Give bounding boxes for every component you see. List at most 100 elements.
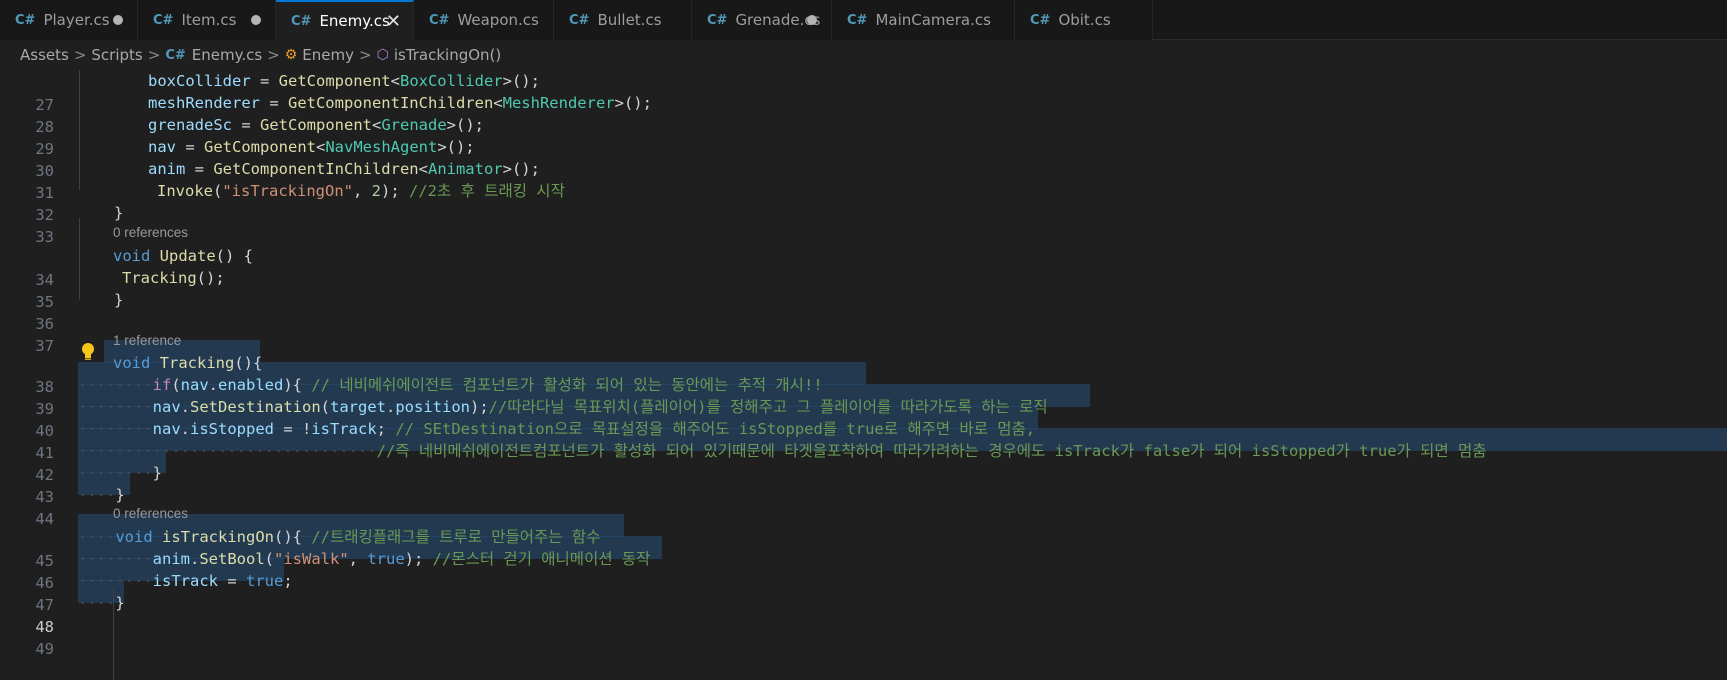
code-token: = (250, 72, 279, 90)
whitespace-marker: ········ (78, 550, 153, 568)
code-token: anim (148, 160, 186, 178)
code-token: . (386, 398, 396, 416)
codelens-references[interactable]: 0 references (113, 503, 188, 525)
code-line-29[interactable]: 29 grenadeSc = GetComponent<Grenade>(); (0, 113, 1727, 158)
codelens-references[interactable]: 0 references (113, 222, 188, 244)
code-line-44[interactable]: 44 ····} (0, 483, 1727, 528)
tab-bullet-cs[interactable]: C# Bullet.cs (554, 0, 692, 40)
code-comment: //즉 네비메쉬에이전트컴포넌트가 활성화 되어 있기때문에 타겟을포착하여 따… (376, 442, 1487, 460)
csharp-file-icon: C# (15, 12, 36, 28)
code-token: = (232, 116, 260, 134)
code-token: GetComponent (278, 72, 391, 90)
csharp-file-icon: C# (153, 12, 174, 28)
code-token: isTrack (152, 572, 218, 590)
tab-item-cs[interactable]: C# Item.cs (138, 0, 276, 40)
tab-obit-cs[interactable]: C# Obit.cs (1015, 0, 1153, 40)
code-token: ); (381, 182, 410, 200)
code-token: anim (152, 550, 190, 568)
unsaved-dot-icon[interactable] (113, 15, 123, 25)
code-token: nav (180, 376, 209, 394)
tab-label: Enemy.cs (319, 12, 390, 30)
breadcrumb-method[interactable]: isTrackingOn() (394, 46, 501, 64)
code-editor[interactable]: 27 boxCollider = GetComponent<BoxCollide… (0, 70, 1727, 680)
unsaved-dot-icon[interactable] (251, 15, 261, 25)
code-token: BoxCollider (399, 72, 503, 90)
code-token: } (114, 204, 124, 222)
code-comment: //2초 후 트래킹 시작 (409, 182, 565, 200)
whitespace-marker: ···· (78, 486, 116, 504)
breadcrumb-scripts[interactable]: Scripts (91, 46, 142, 64)
code-line-36[interactable]: 36 } (0, 288, 1727, 333)
code-token: Update (159, 247, 216, 265)
code-token: isTrackingOn (162, 528, 274, 546)
tab-weapon-cs[interactable]: C# Weapon.cs (414, 0, 554, 40)
code-line-48[interactable]: 48 ····} (0, 591, 1727, 636)
tab-grenade-cs[interactable]: C# Grenade.cs (692, 0, 832, 40)
code-line-38[interactable]: 38 void Tracking(){ (0, 351, 1727, 396)
line-number: 49 (35, 640, 54, 658)
whitespace-marker: ···· (78, 594, 116, 612)
code-token: GetComponentInChildren (287, 94, 494, 112)
code-line-33[interactable]: 33 } (0, 201, 1727, 246)
code-token: "isWalk" (274, 550, 349, 568)
code-token: < (315, 138, 326, 156)
csharp-file-icon: C# (1030, 12, 1051, 28)
code-token: meshRenderer (148, 94, 260, 112)
code-token: GetComponent (260, 116, 372, 134)
code-line-35[interactable]: 35 Tracking(); (0, 266, 1727, 311)
code-line-40[interactable]: 40 ········nav.SetDestination(target.pos… (0, 395, 1727, 440)
code-line-27[interactable]: 27 boxCollider = GetComponent<BoxCollide… (0, 70, 1727, 114)
code-line-49[interactable]: 49 (0, 613, 1727, 658)
code-token: ; (376, 420, 396, 438)
code-line-39[interactable]: 39 ········if(nav.enabled){ // 네비메쉬에이전트 … (0, 373, 1727, 418)
code-line-43[interactable]: 43 ········} (0, 461, 1727, 506)
code-token: void (113, 247, 151, 265)
code-token: . (189, 550, 200, 568)
code-line-46[interactable]: 46 ········anim.SetBool("isWalk", true);… (0, 547, 1727, 592)
breadcrumb-class[interactable]: Enemy (302, 46, 354, 64)
tab-enemy-cs[interactable]: C# Enemy.cs ✕ (276, 0, 414, 40)
code-token: Grenade (381, 116, 447, 134)
code-token: void (115, 528, 153, 546)
code-token: true (245, 572, 284, 590)
breadcrumb-assets[interactable]: Assets (20, 46, 69, 64)
whitespace-marker: ···· (78, 528, 116, 546)
code-line-31[interactable]: 31 anim = GetComponentInChildren<Animato… (0, 157, 1727, 202)
code-line-34[interactable]: 34 void Update() { (0, 244, 1727, 289)
codelens-references[interactable]: 1 reference (113, 330, 181, 352)
code-token: , (348, 550, 368, 568)
code-token: SetBool (199, 550, 265, 568)
whitespace-marker: ········ (78, 398, 153, 416)
close-icon[interactable]: ✕ (386, 11, 401, 32)
code-line-28[interactable]: 28 meshRenderer = GetComponentInChildren… (0, 91, 1727, 136)
method-cube-icon: ⬡ (376, 47, 389, 63)
code-comment: //몬스터 걷기 애니메이션 동작 (432, 550, 651, 568)
code-line-45[interactable]: 45 ····void isTrackingOn(){ //트래킹플래그를 트루… (0, 525, 1727, 570)
chevron-right-icon: > (147, 46, 161, 64)
code-line-47[interactable]: 47 ········isTrack = true; (0, 569, 1727, 614)
code-line-30[interactable]: 30 nav = GetComponent<NavMeshAgent>(); (0, 135, 1727, 180)
code-token: true (367, 550, 405, 568)
unsaved-dot-icon[interactable] (807, 15, 817, 25)
code-token: Tracking (159, 354, 235, 372)
tab-label: Bullet.cs (597, 11, 662, 29)
code-token: void (113, 354, 151, 372)
code-token: position (395, 398, 470, 416)
code-token: NavMeshAgent (325, 138, 438, 156)
code-token: GetComponent (204, 138, 316, 156)
code-token: . (180, 398, 190, 416)
code-token: Invoke (157, 182, 213, 200)
chevron-right-icon: > (359, 46, 372, 64)
code-token: = ! (274, 420, 312, 438)
tab-maincamera-cs[interactable]: C# MainCamera.cs (832, 0, 1015, 40)
tab-label: Item.cs (181, 11, 237, 29)
code-token: = (259, 94, 288, 112)
code-line-41[interactable]: 41 ········nav.isStopped = !isTrack; // … (0, 417, 1727, 462)
breadcrumb-file[interactable]: Enemy.cs (192, 46, 262, 64)
code-line-42[interactable]: 42 ································//즉 네… (0, 439, 1727, 484)
tab-player-cs[interactable]: C# Player.cs (0, 0, 138, 40)
code-token: isTrack (311, 420, 377, 438)
code-line-37[interactable]: 37 (0, 310, 1727, 355)
code-token: enabled (218, 376, 284, 394)
code-line-32[interactable]: 32 Invoke("isTrackingOn", 2); //2초 후 트래킹… (0, 179, 1727, 224)
